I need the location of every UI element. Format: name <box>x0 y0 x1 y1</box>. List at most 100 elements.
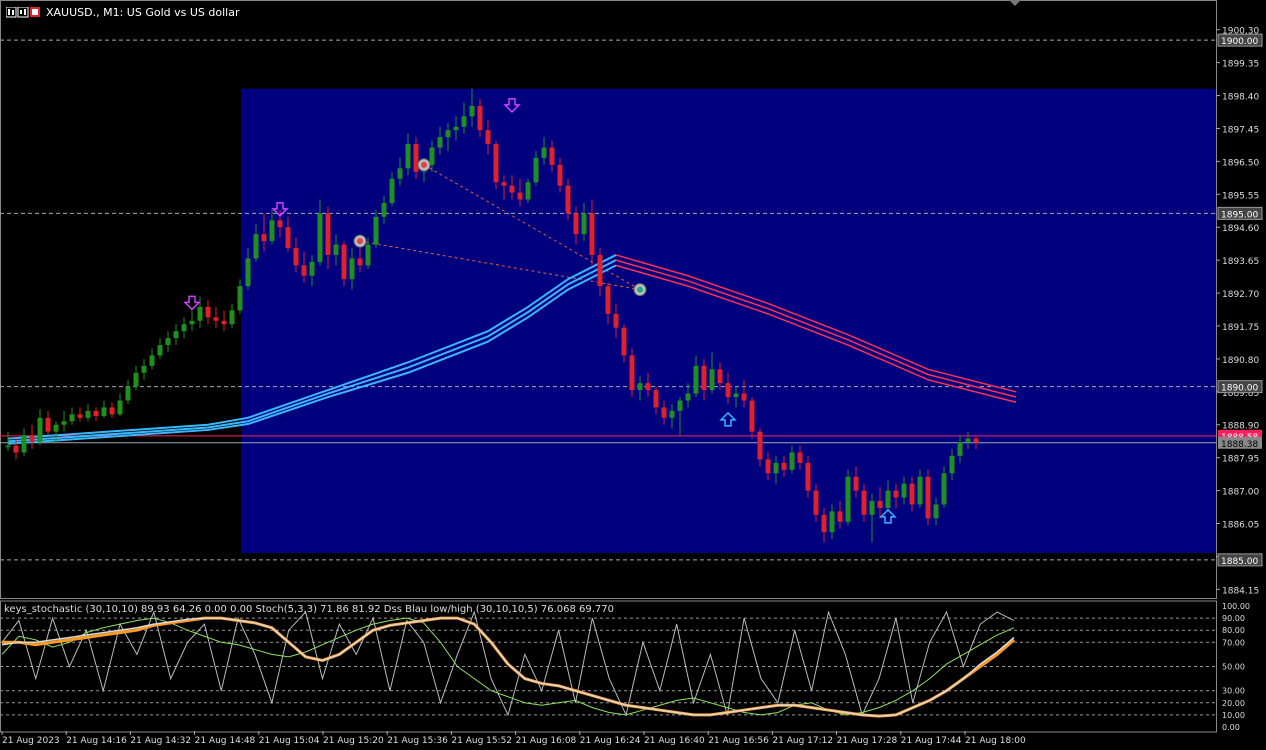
candle-body <box>557 164 563 186</box>
indicator-axis-label: 90.00 <box>1222 614 1245 623</box>
candle-body <box>309 261 315 276</box>
candle-body <box>61 421 67 425</box>
candle-body <box>749 400 755 432</box>
candle-body <box>573 213 579 235</box>
candle-body <box>477 105 483 131</box>
candle-body <box>869 500 875 515</box>
time-axis-label: 21 Aug 14:48 <box>195 736 256 746</box>
candle-body <box>677 400 683 411</box>
candle-body <box>301 265 307 276</box>
candle-body <box>13 445 19 453</box>
candle-body <box>365 244 371 266</box>
candle-body <box>709 369 715 391</box>
candle-body <box>69 414 75 422</box>
candle-body <box>685 393 691 401</box>
price-axis-label: 1891.75 <box>1222 323 1259 333</box>
time-axis-label: 21 Aug 18:00 <box>965 736 1026 746</box>
price-axis-label: 1894.60 <box>1222 224 1259 234</box>
indicator-axis-label: 10.00 <box>1222 711 1245 720</box>
candle-body <box>821 514 827 533</box>
candle-body <box>21 435 27 453</box>
candle-body <box>437 137 443 148</box>
candle-body <box>789 452 795 470</box>
level-price-label: 1890.00 <box>1221 384 1258 394</box>
candle-body <box>765 459 771 474</box>
candle-body <box>101 407 107 417</box>
candle-body <box>501 182 507 186</box>
candle-body <box>157 345 163 356</box>
indicator-label: keys_stochastic (30,10,10) 89.93 64.26 0… <box>4 604 615 615</box>
candle-body <box>261 234 267 242</box>
candle-body <box>485 130 491 145</box>
candle-body <box>725 383 731 398</box>
candle-body <box>717 369 723 384</box>
signal-marker-dot <box>357 238 363 245</box>
sell-arrow-icon <box>183 295 201 311</box>
candle-body <box>445 130 451 138</box>
time-axis-label: 21 Aug 17:44 <box>901 736 962 746</box>
time-axis-label: 21 Aug 15:20 <box>323 736 384 746</box>
candle-body <box>429 147 435 165</box>
price-axis-label: 1899.35 <box>1222 60 1259 70</box>
indicator-axis-label: 80.00 <box>1222 626 1245 635</box>
candle-body <box>957 442 963 456</box>
candle-body <box>605 286 611 314</box>
candle-body <box>373 216 379 245</box>
price-chart-svg[interactable]: 1900.301899.351898.401897.451896.501895.… <box>0 0 1266 746</box>
candle-body <box>637 383 643 391</box>
candle-body <box>757 431 763 460</box>
level-price-label: 1895.00 <box>1221 210 1258 220</box>
candle-body <box>173 331 179 339</box>
chart-type-icon <box>6 7 40 18</box>
candle-body <box>933 504 939 519</box>
candle-body <box>461 116 467 127</box>
symbol-title: XAUUSD., M1: US Gold vs US dollar <box>46 6 240 19</box>
indicator-axis-label: 20.00 <box>1222 699 1245 708</box>
chart-window[interactable]: 1900.30 1899.35 1898.40 1897.45 1896.50 1895.… <box>0 0 1266 746</box>
candle-body <box>661 407 667 418</box>
candle-body <box>37 417 43 443</box>
candle-body <box>973 438 979 443</box>
indicator-axis-label: 50.00 <box>1222 663 1245 672</box>
candle-body <box>349 258 355 280</box>
candle-body <box>837 511 843 522</box>
candle-body <box>701 365 707 391</box>
time-axis-label: 21 Aug 17:12 <box>772 736 833 746</box>
candle-body <box>549 147 555 165</box>
candle-body <box>517 192 523 200</box>
candle-body <box>5 445 11 448</box>
candle-body <box>565 185 571 214</box>
candle-body <box>901 483 907 498</box>
candle-body <box>413 144 419 172</box>
candle-body <box>813 490 819 515</box>
candle-body <box>189 320 195 325</box>
price-axis-label: 1887.00 <box>1222 488 1259 498</box>
signal-marker-dot <box>421 161 427 168</box>
time-axis-label: 21 Aug 16:56 <box>708 736 769 746</box>
candle-body <box>165 338 171 346</box>
candle-body <box>229 310 235 325</box>
indicator-axis-label: 30.00 <box>1222 687 1245 696</box>
level-price-label: 1885.00 <box>1221 557 1258 567</box>
price-axis-label: 1896.50 <box>1222 158 1259 168</box>
chart-header: XAUUSD., M1: US Gold vs US dollar <box>6 6 239 19</box>
candle-body <box>653 390 659 408</box>
level-price-label: 1900.00 <box>1221 37 1258 47</box>
candle-body <box>965 438 971 443</box>
candle-body <box>333 244 339 255</box>
candle-body <box>885 490 891 508</box>
candle-body <box>141 365 147 373</box>
candle-body <box>77 414 83 418</box>
candle-body <box>277 220 283 228</box>
candle-body <box>909 483 915 505</box>
candle-body <box>205 306 211 318</box>
candle-body <box>405 144 411 169</box>
current-price-label: 1888.38 <box>1221 440 1258 450</box>
candle-body <box>109 407 115 415</box>
signal-marker-dot <box>637 286 643 293</box>
candle-body <box>397 168 403 179</box>
candle-body <box>693 365 699 394</box>
candle-body <box>453 126 459 131</box>
candle-body <box>325 213 331 255</box>
candle-body <box>29 435 35 443</box>
